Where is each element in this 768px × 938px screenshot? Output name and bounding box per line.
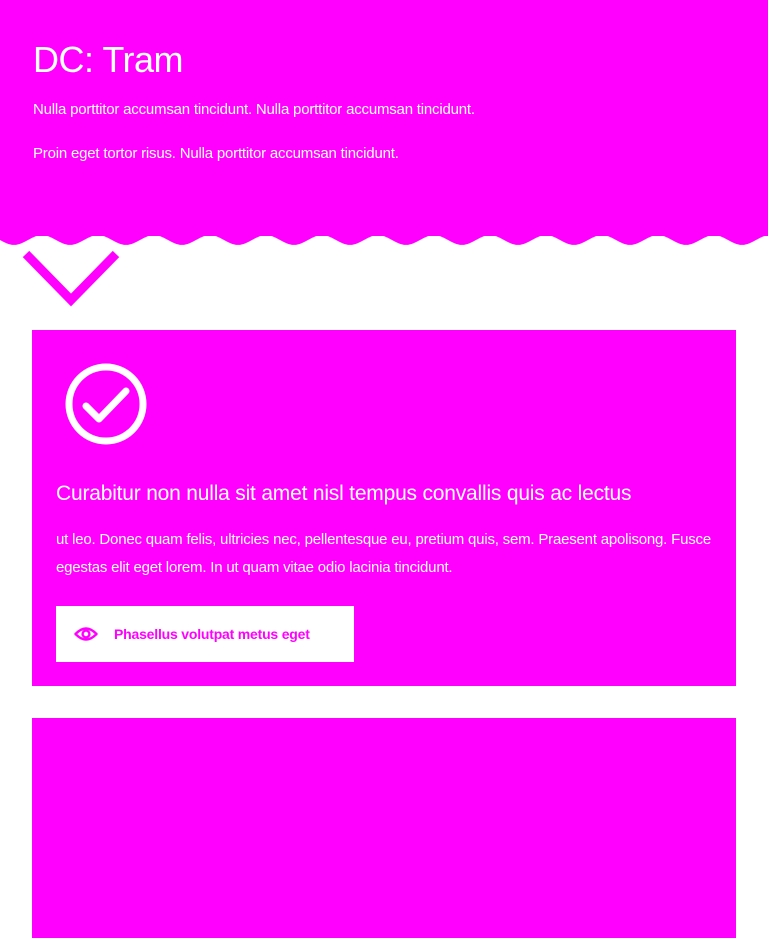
view-button[interactable]: Phasellus volutpat metus eget [56, 606, 354, 662]
view-button-label: Phasellus volutpat metus eget [114, 626, 310, 642]
page-title: DC: Tram [33, 39, 184, 80]
card-title: Curabitur non nulla sit amet nisl tempus… [56, 482, 632, 505]
hero-paragraph-1: Nulla porttitor accumsan tincidunt. Null… [33, 101, 475, 118]
hero-banner: DC: Tram Nulla porttitor accumsan tincid… [0, 0, 768, 236]
hero-paragraph-2: Proin eget tortor risus. Nulla porttitor… [33, 145, 399, 162]
feature-card: Curabitur non nulla sit amet nisl tempus… [32, 330, 736, 686]
check-circle-icon [65, 363, 147, 445]
card-text: ut leo. Donec quam felis, ultricies nec,… [56, 531, 711, 576]
feature-card-2 [32, 718, 736, 938]
eye-icon [74, 627, 98, 641]
chevron-down-icon[interactable] [22, 250, 120, 308]
wave-divider [0, 230, 768, 245]
